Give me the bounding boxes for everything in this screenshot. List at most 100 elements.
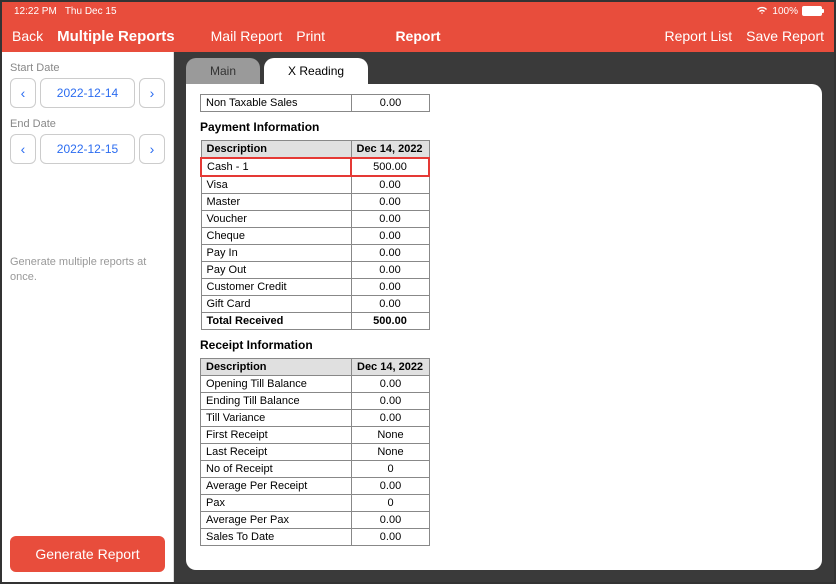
table-row: Average Per Receipt0.00 [201, 478, 430, 495]
status-bar: 12:22 PM Thu Dec 15 100% [2, 2, 834, 20]
header-bar: Back Multiple Reports Mail Report Print … [2, 20, 834, 52]
receipt-table: Description Dec 14, 2022 Opening Till Ba… [200, 358, 430, 546]
col-date: Dec 14, 2022 [352, 359, 430, 376]
table-row: Pax0 [201, 495, 430, 512]
table-row: Voucher0.00 [201, 211, 429, 228]
col-description: Description [201, 141, 351, 159]
start-date-button[interactable]: 2022-12-14 [40, 78, 135, 108]
start-date-next-button[interactable]: › [139, 78, 165, 108]
row-label: Pax [201, 495, 352, 512]
table-row: Customer Credit0.00 [201, 279, 429, 296]
tab-xreading[interactable]: X Reading [264, 58, 368, 84]
row-value: 0.00 [351, 296, 429, 313]
chevron-right-icon: › [150, 85, 155, 101]
table-row: Opening Till Balance0.00 [201, 376, 430, 393]
status-date: Thu Dec 15 [65, 6, 117, 17]
non-taxable-value: 0.00 [352, 95, 430, 112]
end-date-button[interactable]: 2022-12-15 [40, 134, 135, 164]
table-row: Gift Card0.00 [201, 296, 429, 313]
row-value: 0.00 [351, 279, 429, 296]
tabs: Main X Reading [186, 52, 822, 84]
row-value: 0.00 [352, 529, 430, 546]
table-row: Pay In0.00 [201, 245, 429, 262]
end-date-label: End Date [10, 118, 165, 130]
table-row: Visa0.00 [201, 176, 429, 194]
row-label: First Receipt [201, 427, 352, 444]
row-value: 0.00 [351, 262, 429, 279]
non-taxable-label: Non Taxable Sales [201, 95, 352, 112]
start-date-prev-button[interactable]: ‹ [10, 78, 36, 108]
row-value: 0.00 [351, 211, 429, 228]
back-button[interactable]: Back [12, 28, 43, 45]
receipt-section-title: Receipt Information [200, 338, 808, 352]
table-header-row: Description Dec 14, 2022 [201, 141, 429, 159]
generate-report-button[interactable]: Generate Report [10, 536, 165, 572]
non-taxable-table: Non Taxable Sales 0.00 [200, 94, 430, 112]
row-label: Last Receipt [201, 444, 352, 461]
row-value: 0.00 [351, 245, 429, 262]
row-label: Sales To Date [201, 529, 352, 546]
table-row: Ending Till Balance0.00 [201, 393, 430, 410]
battery-icon [802, 6, 822, 16]
table-row: Average Per Pax0.00 [201, 512, 430, 529]
row-label: Cash - 1 [201, 158, 351, 176]
status-time: 12:22 PM [14, 6, 57, 17]
save-report-button[interactable]: Save Report [746, 28, 824, 44]
battery-percent: 100% [772, 6, 798, 17]
sidebar: Start Date ‹ 2022-12-14 › End Date ‹ 202… [2, 52, 174, 582]
page-title: Report [395, 28, 440, 44]
row-value: 0.00 [352, 478, 430, 495]
row-label: Pay Out [201, 262, 351, 279]
row-value: 0.00 [351, 228, 429, 245]
row-value: None [352, 444, 430, 461]
row-label: Average Per Receipt [201, 478, 352, 495]
row-value: 0.00 [352, 393, 430, 410]
tab-main[interactable]: Main [186, 58, 260, 84]
table-row: Pay Out0.00 [201, 262, 429, 279]
payment-section-title: Payment Information [200, 120, 808, 134]
end-date-prev-button[interactable]: ‹ [10, 134, 36, 164]
row-value: 0 [352, 495, 430, 512]
row-value: 0.00 [352, 376, 430, 393]
row-label: Ending Till Balance [201, 393, 352, 410]
row-label: Opening Till Balance [201, 376, 352, 393]
wifi-icon [756, 5, 768, 18]
row-value: 0 [352, 461, 430, 478]
table-row: First ReceiptNone [201, 427, 430, 444]
table-row: Till Variance0.00 [201, 410, 430, 427]
payment-table: Description Dec 14, 2022 Cash - 1500.00V… [200, 140, 430, 330]
table-row: Last ReceiptNone [201, 444, 430, 461]
table-header-row: Description Dec 14, 2022 [201, 359, 430, 376]
start-date-label: Start Date [10, 62, 165, 74]
table-row: Non Taxable Sales 0.00 [201, 95, 430, 112]
row-value: 0.00 [351, 194, 429, 211]
content-area: Main X Reading Non Taxable Sales 0.00 Pa… [174, 52, 834, 582]
row-label: Voucher [201, 211, 351, 228]
row-label: Customer Credit [201, 279, 351, 296]
col-description: Description [201, 359, 352, 376]
report-list-button[interactable]: Report List [664, 28, 732, 44]
report-panel[interactable]: Non Taxable Sales 0.00 Payment Informati… [186, 84, 822, 570]
table-row: Cash - 1500.00 [201, 158, 429, 176]
table-row: No of Receipt0 [201, 461, 430, 478]
chevron-left-icon: ‹ [21, 85, 26, 101]
total-row: Total Received 500.00 [201, 313, 429, 330]
chevron-right-icon: › [150, 141, 155, 157]
row-label: Master [201, 194, 351, 211]
mail-report-button[interactable]: Mail Report [211, 28, 283, 45]
row-value: 0.00 [352, 410, 430, 427]
total-value: 500.00 [351, 313, 429, 330]
table-row: Master0.00 [201, 194, 429, 211]
row-label: Visa [201, 176, 351, 194]
row-label: Till Variance [201, 410, 352, 427]
print-button[interactable]: Print [296, 28, 325, 45]
row-value: 500.00 [351, 158, 429, 176]
table-row: Sales To Date0.00 [201, 529, 430, 546]
total-label: Total Received [201, 313, 351, 330]
end-date-next-button[interactable]: › [139, 134, 165, 164]
table-row: Cheque0.00 [201, 228, 429, 245]
row-value: 0.00 [351, 176, 429, 194]
row-value: 0.00 [352, 512, 430, 529]
row-label: Average Per Pax [201, 512, 352, 529]
row-label: Gift Card [201, 296, 351, 313]
